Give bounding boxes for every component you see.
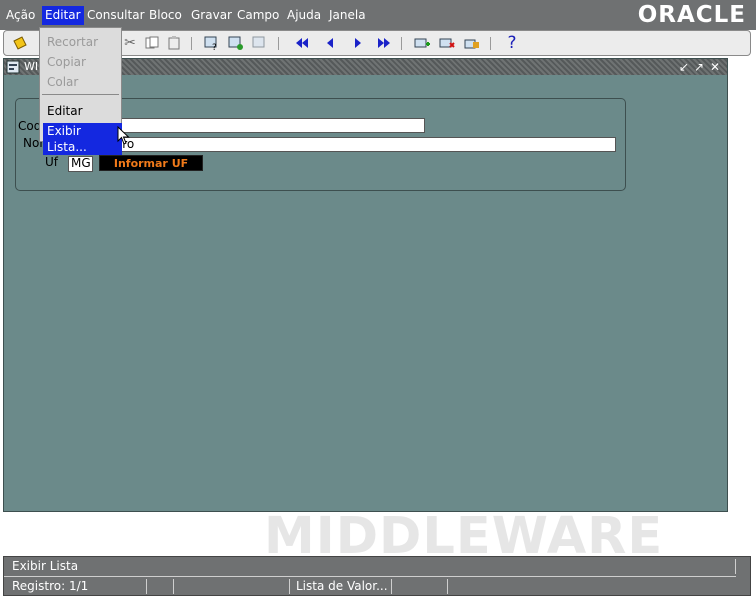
status-registro: Registro: 1/1 [12, 579, 89, 593]
uf-label: Uf [45, 155, 59, 169]
minimize-icon[interactable]: ↙ [679, 59, 689, 75]
menu-recortar[interactable]: Recortar [47, 35, 98, 49]
oracle-logo: ORACLE [637, 2, 746, 28]
mouse-pointer-icon [117, 125, 131, 149]
close-icon[interactable]: ✕ [710, 59, 720, 75]
nome-field[interactable]: João Pedro [68, 137, 616, 152]
status-bar: Exibir Lista Registro: 1/1 Lista de Valo… [3, 556, 751, 596]
menu-consultar[interactable]: Consultar [87, 8, 145, 23]
menu-janela[interactable]: Janela [329, 8, 366, 23]
status-lista-valores: Lista de Valor... [296, 579, 388, 593]
menu-bloco[interactable]: Bloco [149, 8, 182, 23]
insert-record-icon[interactable] [414, 35, 430, 51]
last-record-icon[interactable] [376, 35, 392, 51]
menu-copiar[interactable]: Copiar [47, 55, 86, 69]
svg-text:?: ? [212, 43, 217, 51]
menu-acao[interactable]: Ação [6, 8, 35, 23]
menu-editar[interactable]: Editar [42, 6, 84, 25]
status-message: Exibir Lista [12, 559, 79, 573]
count-query-icon[interactable] [252, 35, 268, 51]
menu-separator [42, 94, 119, 95]
save-icon[interactable] [12, 35, 28, 51]
menu-gravar[interactable]: Gravar [191, 8, 232, 23]
informar-uf-button[interactable]: Informar UF [99, 155, 203, 171]
menu-campo[interactable]: Campo [237, 8, 279, 23]
cut-icon[interactable]: ✂ [122, 35, 138, 51]
uf-field[interactable]: MG [68, 156, 93, 172]
window-form-icon [6, 60, 20, 77]
menu-ajuda[interactable]: Ajuda [287, 8, 321, 23]
help-icon[interactable]: ? [504, 35, 520, 52]
menu-exibir-lista[interactable]: Exibir Lista... [43, 123, 122, 155]
copy-icon[interactable] [144, 35, 160, 51]
menubar: Ação Editar Consultar Bloco Gravar Campo… [0, 0, 756, 30]
enter-query-icon[interactable]: ? [204, 35, 220, 53]
execute-query-icon[interactable] [228, 35, 244, 51]
previous-record-icon[interactable] [322, 35, 338, 51]
next-record-icon[interactable] [350, 35, 366, 51]
editar-dropdown-menu: Recortar Copiar Colar Editar Exibir List… [39, 27, 122, 155]
lock-record-icon[interactable] [464, 35, 480, 51]
menu-editar-item[interactable]: Editar [47, 104, 83, 118]
first-record-icon[interactable] [294, 35, 310, 51]
maximize-icon[interactable]: ↗ [694, 59, 704, 75]
codigo-label: Cod [18, 119, 42, 133]
window-title: WI [24, 60, 39, 73]
paste-icon[interactable] [166, 35, 182, 51]
delete-record-icon[interactable] [439, 35, 455, 51]
menu-colar[interactable]: Colar [47, 75, 78, 89]
